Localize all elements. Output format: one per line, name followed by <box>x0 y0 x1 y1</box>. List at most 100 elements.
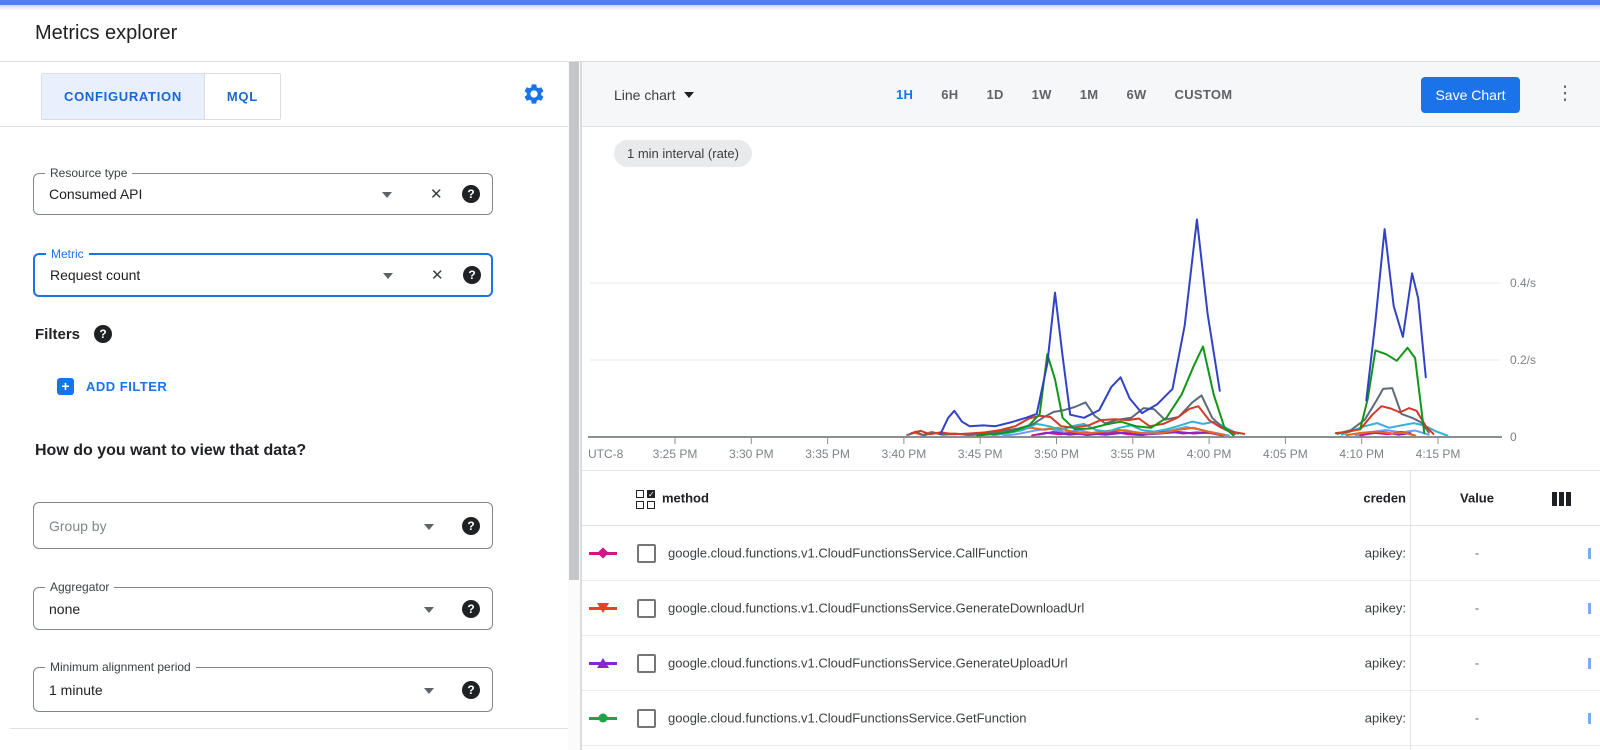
table-row: google.cloud.functions.v1.CloudFunctions… <box>582 636 1600 691</box>
time-range-1d[interactable]: 1D <box>972 87 1017 102</box>
svg-text:3:35 PM: 3:35 PM <box>805 447 850 461</box>
series-checkbox[interactable] <box>637 654 656 673</box>
method-cell: google.cloud.functions.v1.CloudFunctions… <box>668 656 1068 671</box>
triangle-down-marker-icon <box>597 603 609 613</box>
min-alignment-value: 1 minute <box>49 682 103 698</box>
gear-icon <box>522 82 546 106</box>
save-chart-button[interactable]: Save Chart <box>1421 77 1520 113</box>
table-row: google.cloud.functions.v1.CloudFunctions… <box>582 581 1600 636</box>
column-divider <box>1410 471 1411 525</box>
tab-configuration[interactable]: CONFIGURATION <box>42 74 204 119</box>
help-icon[interactable]: ? <box>463 266 481 284</box>
series-marker <box>589 602 617 614</box>
svg-text:3:50 PM: 3:50 PM <box>1034 447 1079 461</box>
aggregator-value: none <box>49 601 80 617</box>
column-settings-icon[interactable] <box>1552 492 1574 506</box>
overflow-menu-icon[interactable]: ⋮ <box>1553 74 1577 114</box>
svg-text:3:30 PM: 3:30 PM <box>729 447 774 461</box>
diamond-marker-icon <box>597 547 608 558</box>
time-range-1h[interactable]: 1H <box>882 87 927 102</box>
min-alignment-label: Minimum alignment period <box>45 660 196 674</box>
page-header: Metrics explorer <box>0 10 1600 62</box>
svg-text:4:05 PM: 4:05 PM <box>1263 447 1308 461</box>
metric-field[interactable]: Metric Request count ✕ ? <box>33 253 493 297</box>
value-cell: - <box>1442 656 1512 671</box>
section-divider <box>10 728 568 729</box>
table-body: google.cloud.functions.v1.CloudFunctions… <box>582 526 1600 746</box>
chevron-down-icon[interactable] <box>383 273 393 279</box>
time-range-6w[interactable]: 6W <box>1112 87 1160 102</box>
view-data-question: How do you want to view that data? <box>35 442 306 460</box>
group-by-placeholder: Group by <box>49 518 107 534</box>
line-chart[interactable]: 3:25 PM3:30 PM3:35 PM3:40 PM3:45 PM3:50 … <box>582 127 1600 470</box>
method-cell: google.cloud.functions.v1.CloudFunctions… <box>668 711 1026 726</box>
value-cell: - <box>1442 601 1512 616</box>
help-icon[interactable]: ? <box>462 185 480 203</box>
select-all-series-icon[interactable]: ✓ <box>636 490 655 509</box>
series-marker <box>589 657 617 669</box>
clear-icon[interactable]: ✕ <box>431 266 444 284</box>
series-marker <box>589 547 617 559</box>
chevron-down-icon[interactable] <box>424 524 434 530</box>
svg-text:0.4/s: 0.4/s <box>1510 276 1536 290</box>
table-row: google.cloud.functions.v1.CloudFunctions… <box>582 691 1600 746</box>
column-header-credential[interactable]: creden <box>1363 491 1406 506</box>
credential-cell: apikey: <box>1365 656 1406 671</box>
svg-text:0.2/s: 0.2/s <box>1510 353 1536 367</box>
clear-icon[interactable]: ✕ <box>430 185 443 203</box>
time-range-1m[interactable]: 1M <box>1066 87 1113 102</box>
settings-button[interactable] <box>522 82 546 106</box>
triangle-up-marker-icon <box>597 658 609 668</box>
method-cell: google.cloud.functions.v1.CloudFunctions… <box>668 601 1084 616</box>
metrics-explorer-app: Metrics explorer CONFIGURATION MQL Resou… <box>0 0 1600 750</box>
credential-cell: apikey: <box>1365 601 1406 616</box>
chart-toolbar: Line chart 1H6H1D1W1M6WCUSTOM Save Chart… <box>582 62 1600 127</box>
chart-region: 3:25 PM3:30 PM3:35 PM3:40 PM3:45 PM3:50 … <box>582 127 1600 470</box>
circle-marker-icon <box>599 714 608 723</box>
method-cell: google.cloud.functions.v1.CloudFunctions… <box>668 546 1028 561</box>
metric-value: Request count <box>50 267 140 283</box>
column-divider <box>1410 526 1411 750</box>
credential-cell: apikey: <box>1365 546 1406 561</box>
chevron-down-icon[interactable] <box>382 192 392 198</box>
value-cell: - <box>1442 711 1512 726</box>
group-by-field[interactable]: Group by ? <box>33 502 493 549</box>
svg-text:UTC-8: UTC-8 <box>588 447 624 461</box>
top-accent-bar <box>0 0 1600 10</box>
svg-text:0: 0 <box>1510 430 1517 444</box>
chart-type-dropdown[interactable]: Line chart <box>614 62 694 127</box>
add-filter-button[interactable]: + ADD FILTER <box>57 378 167 395</box>
time-range-6h[interactable]: 6H <box>927 87 972 102</box>
help-icon[interactable]: ? <box>462 517 480 535</box>
aggregator-field[interactable]: Aggregator none ? <box>33 587 493 630</box>
filters-section: Filters ? <box>35 324 112 344</box>
time-range-custom[interactable]: CUSTOM <box>1161 87 1247 102</box>
series-checkbox[interactable] <box>637 709 656 728</box>
plus-icon: + <box>57 378 74 395</box>
svg-text:4:00 PM: 4:00 PM <box>1187 447 1232 461</box>
left-toolbar: CONFIGURATION MQL <box>0 62 580 127</box>
scrollbar-thumb[interactable] <box>569 62 579 580</box>
chart-panel: Line chart 1H6H1D1W1M6WCUSTOM Save Chart… <box>582 62 1600 750</box>
series-checkbox[interactable] <box>637 544 656 563</box>
aggregator-label: Aggregator <box>45 580 114 594</box>
resource-type-label: Resource type <box>45 166 132 180</box>
help-icon[interactable]: ? <box>462 600 480 618</box>
add-filter-label: ADD FILTER <box>86 379 167 394</box>
help-icon[interactable]: ? <box>462 681 480 699</box>
min-alignment-field[interactable]: Minimum alignment period 1 minute ? <box>33 667 493 712</box>
row-edge-mark <box>1588 713 1591 724</box>
filters-label: Filters <box>35 326 80 343</box>
chevron-down-icon[interactable] <box>424 607 434 613</box>
help-icon[interactable]: ? <box>94 325 112 343</box>
column-header-method[interactable]: method <box>662 491 709 506</box>
tab-mql[interactable]: MQL <box>204 74 280 119</box>
column-header-value[interactable]: Value <box>1442 491 1512 506</box>
series-checkbox[interactable] <box>637 599 656 618</box>
chevron-down-icon[interactable] <box>424 688 434 694</box>
time-range-1w[interactable]: 1W <box>1018 87 1066 102</box>
configuration-panel: CONFIGURATION MQL Resource type Consumed… <box>0 62 582 750</box>
resource-type-field[interactable]: Resource type Consumed API ✕ ? <box>33 173 493 215</box>
left-scrollbar[interactable] <box>568 62 580 750</box>
interval-chip: 1 min interval (rate) <box>614 140 752 167</box>
